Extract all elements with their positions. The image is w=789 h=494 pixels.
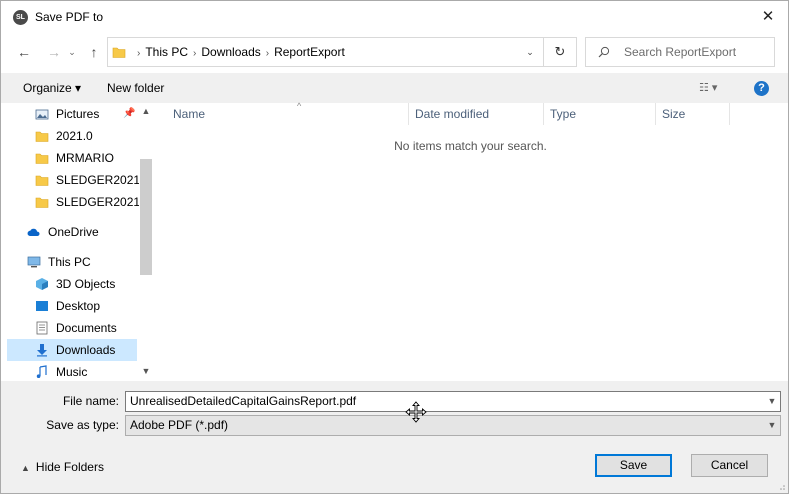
chevron-down-icon[interactable]: ⌄ bbox=[517, 38, 543, 66]
hide-folders-button[interactable]: ▲ Hide Folders bbox=[21, 459, 104, 476]
3d-objects-icon bbox=[36, 278, 48, 290]
recent-locations-button[interactable]: ⌄ bbox=[65, 41, 79, 63]
column-label: Size bbox=[662, 107, 686, 121]
sidebar-item-label: SLEDGER2021Bla bbox=[56, 195, 139, 209]
toolbar: Organize ▾ New folder ☷ ▾ ? bbox=[1, 73, 788, 103]
breadcrumb-reportexport[interactable]: ReportExport bbox=[274, 45, 345, 59]
app-icon: SL bbox=[13, 10, 28, 25]
folder-icon bbox=[35, 131, 49, 142]
sidebar-item-label: Music bbox=[56, 365, 88, 379]
refresh-button[interactable]: ↻ bbox=[544, 37, 577, 67]
address-row: ← → ⌄ ↑ › This PC › Downloads › ReportExport … bbox=[1, 37, 788, 67]
title-bar: SL Save PDF to ✕ bbox=[1, 1, 788, 33]
column-label: Type bbox=[550, 107, 577, 121]
forward-button[interactable]: → bbox=[45, 41, 63, 63]
pictures-icon bbox=[35, 109, 49, 120]
sidebar-item-label: Pictures bbox=[56, 107, 100, 121]
filename-value: UnrealisedDetailedCapitalGainsReport.pdf bbox=[130, 394, 357, 408]
save-dialog: SL Save PDF to ✕ ← → ⌄ ↑ › This PC › Downlo… bbox=[0, 0, 789, 494]
scroll-thumb[interactable] bbox=[140, 159, 152, 275]
folder-icon bbox=[112, 47, 126, 58]
column-header-size[interactable]: Size bbox=[656, 103, 730, 125]
sidebar-item-label: Downloads bbox=[56, 343, 116, 357]
address-bar[interactable]: › This PC › Downloads › ReportExport ⌄ bbox=[107, 37, 544, 67]
computer-icon bbox=[27, 256, 41, 268]
sidebar-item-label: Documents bbox=[56, 321, 117, 335]
breadcrumb-this-pc[interactable]: This PC bbox=[145, 45, 188, 59]
save-button[interactable]: Save bbox=[595, 454, 672, 477]
downloads-icon bbox=[37, 344, 47, 357]
up-button[interactable]: ↑ bbox=[85, 41, 103, 63]
view-options-button[interactable]: ☷ ▾ bbox=[699, 73, 717, 103]
savetype-label: Save as type: bbox=[46, 418, 119, 432]
column-label: Date modified bbox=[415, 107, 490, 121]
sidebar-item-onedrive[interactable]: OneDrive bbox=[7, 221, 139, 243]
sidebar-item-mrmario[interactable]: MRMARIO bbox=[7, 147, 139, 169]
sidebar-item-label: SLEDGER2021 bbox=[56, 173, 139, 187]
chevron-right-icon[interactable]: › bbox=[266, 48, 269, 59]
chevron-down-icon[interactable]: ▼ bbox=[764, 392, 780, 411]
sidebar-item-documents[interactable]: Documents bbox=[7, 317, 139, 339]
search-icon bbox=[598, 46, 610, 58]
scroll-up-icon[interactable]: ▲ bbox=[139, 103, 153, 119]
organize-button[interactable]: Organize ▾ bbox=[23, 73, 81, 103]
sidebar-item-sledger2021[interactable]: SLEDGER2021 bbox=[7, 169, 139, 191]
breadcrumb: › This PC › Downloads › ReportExport bbox=[132, 38, 345, 66]
help-icon[interactable]: ? bbox=[754, 81, 769, 96]
music-icon bbox=[36, 365, 47, 378]
desktop-icon bbox=[36, 301, 48, 311]
sidebar-item-label: 2021.0 bbox=[56, 129, 93, 143]
pin-icon[interactable]: 📌 bbox=[123, 103, 135, 125]
move-cursor-icon bbox=[405, 401, 427, 423]
search-placeholder: Search ReportExport bbox=[624, 45, 737, 59]
save-form: File name: UnrealisedDetailedCapitalGain… bbox=[1, 381, 788, 493]
filename-field[interactable]: UnrealisedDetailedCapitalGainsReport.pdf… bbox=[125, 391, 781, 412]
window-title: Save PDF to bbox=[35, 10, 104, 24]
sidebar-item-2021-0[interactable]: 2021.0 bbox=[7, 125, 139, 147]
folder-icon bbox=[35, 197, 49, 208]
sidebar-item-label: OneDrive bbox=[48, 225, 99, 239]
filename-label: File name: bbox=[62, 394, 119, 408]
search-input[interactable]: Search ReportExport bbox=[585, 37, 775, 67]
column-header-type[interactable]: Type bbox=[544, 103, 656, 125]
sidebar-item-sledger2021bla[interactable]: SLEDGER2021Bla bbox=[7, 191, 139, 213]
cloud-icon bbox=[27, 228, 40, 236]
folder-icon bbox=[35, 175, 49, 186]
close-button[interactable]: ✕ bbox=[748, 1, 788, 33]
folder-icon bbox=[35, 153, 49, 164]
resize-grip-icon[interactable] bbox=[776, 481, 786, 491]
navpane-scrollbar[interactable]: ▲ ▼ bbox=[139, 103, 153, 381]
sidebar-item-label: 3D Objects bbox=[56, 277, 116, 291]
cancel-button[interactable]: Cancel bbox=[691, 454, 768, 477]
sidebar-item-label: This PC bbox=[48, 255, 91, 269]
chevron-up-icon: ▲ bbox=[21, 463, 30, 473]
navigation-pane: Pictures 📌 2021.0 MRMARIO SLEDGER2021 SL… bbox=[1, 103, 153, 381]
sidebar-item-pictures[interactable]: Pictures 📌 bbox=[7, 103, 139, 125]
new-folder-button[interactable]: New folder bbox=[107, 73, 164, 103]
column-header-date-modified[interactable]: Date modified bbox=[409, 103, 544, 125]
column-header-name[interactable]: Name ^ bbox=[167, 101, 409, 125]
chevron-down-icon[interactable]: ▼ bbox=[764, 416, 780, 435]
breadcrumb-downloads[interactable]: Downloads bbox=[201, 45, 260, 59]
sidebar-item-desktop[interactable]: Desktop bbox=[7, 295, 139, 317]
savetype-value: Adobe PDF (*.pdf) bbox=[130, 418, 229, 432]
hide-folders-label: Hide Folders bbox=[35, 460, 104, 474]
scroll-down-icon[interactable]: ▼ bbox=[139, 363, 153, 379]
sidebar-item-label: MRMARIO bbox=[56, 151, 114, 165]
file-list[interactable]: Name ^ Date modified Type Size No items … bbox=[153, 101, 788, 381]
sidebar-item-3d-objects[interactable]: 3D Objects bbox=[7, 273, 139, 295]
sidebar-item-this-pc[interactable]: This PC bbox=[7, 251, 139, 273]
column-label: Name bbox=[173, 107, 206, 121]
empty-message: No items match your search. bbox=[394, 139, 547, 153]
sidebar-item-music[interactable]: Music bbox=[7, 361, 139, 381]
documents-icon bbox=[36, 321, 48, 335]
save-as-type-select[interactable]: Adobe PDF (*.pdf) ▼ bbox=[125, 415, 781, 436]
chevron-right-icon[interactable]: › bbox=[193, 48, 196, 59]
chevron-right-icon: › bbox=[137, 48, 141, 59]
sidebar-item-downloads[interactable]: Downloads bbox=[7, 339, 137, 361]
sort-ascending-icon: ^ bbox=[297, 101, 302, 111]
sidebar-item-label: Desktop bbox=[56, 299, 101, 313]
back-button[interactable]: ← bbox=[15, 41, 33, 63]
